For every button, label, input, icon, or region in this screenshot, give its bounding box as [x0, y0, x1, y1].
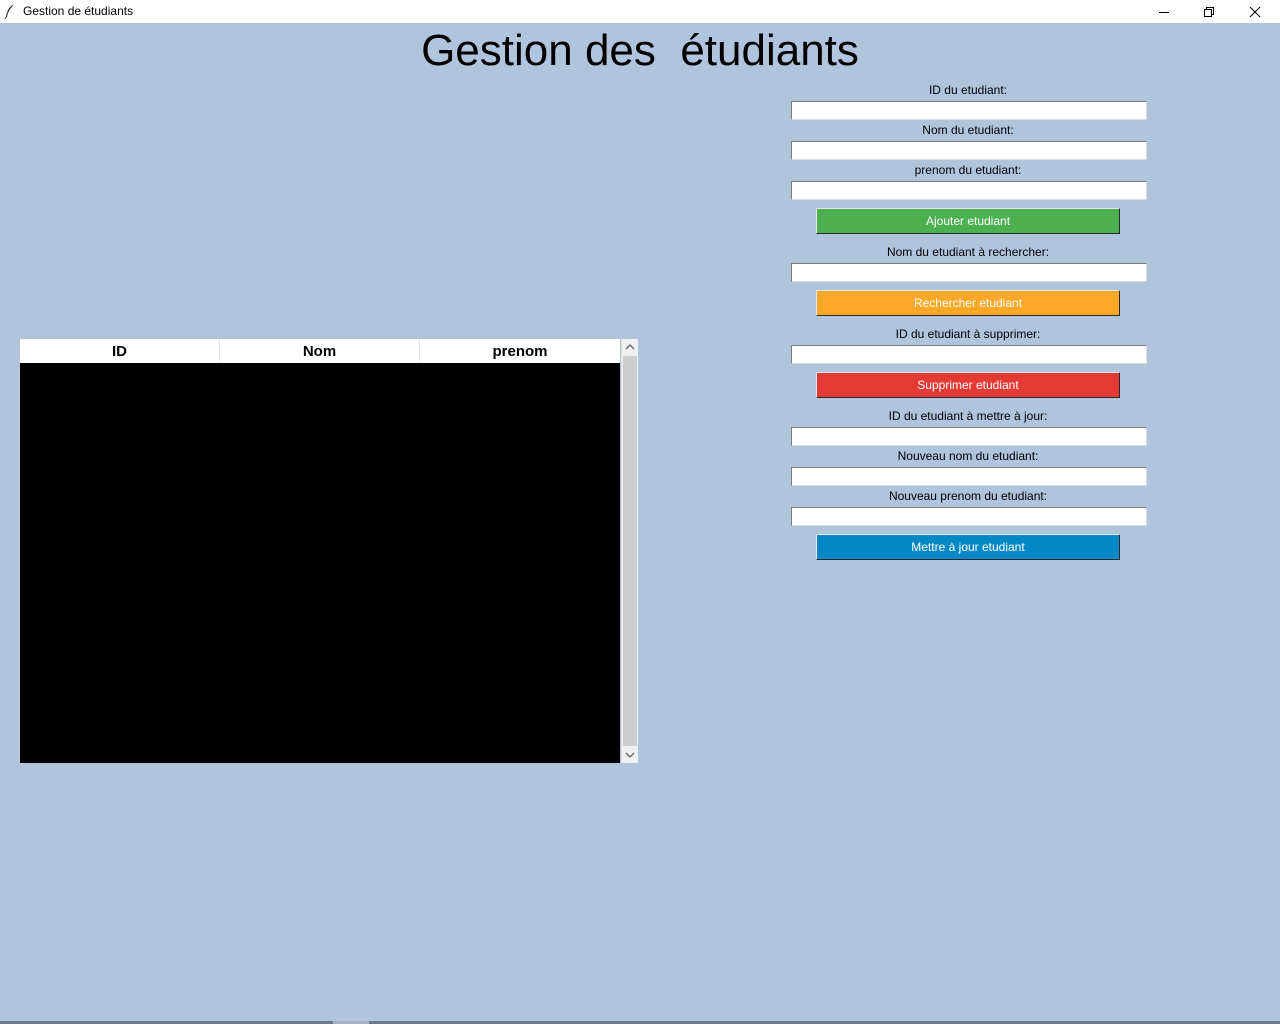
nom-label: Nom du etudiant:: [922, 123, 1014, 137]
vertical-scrollbar[interactable]: [621, 339, 638, 763]
feather-icon: [4, 3, 16, 20]
id-label: ID du etudiant:: [928, 83, 1008, 97]
search-input[interactable]: [791, 263, 1147, 282]
chevron-down-icon: [625, 752, 635, 758]
app-window: Gestion de étudiants Gestion des étudian…: [0, 0, 1280, 1024]
students-table[interactable]: ID Nom prenom: [20, 339, 638, 763]
column-header-prenom[interactable]: prenom: [420, 339, 620, 363]
title-bar: Gestion de étudiants: [0, 0, 1280, 23]
scrollbar-thumb[interactable]: [623, 356, 637, 746]
column-header-nom[interactable]: Nom: [220, 339, 420, 363]
column-header-id[interactable]: ID: [20, 339, 220, 363]
delete-student-button[interactable]: Supprimer etudiant: [816, 372, 1120, 398]
minimize-icon: [1159, 11, 1169, 13]
search-student-button[interactable]: Rechercher etudiant: [816, 290, 1120, 316]
restore-button[interactable]: [1186, 0, 1232, 23]
scroll-up-button[interactable]: [622, 339, 638, 355]
update-prenom-label: Nouveau prenom du etudiant:: [888, 489, 1048, 503]
add-student-button[interactable]: Ajouter etudiant: [816, 208, 1120, 234]
prenom-input[interactable]: [791, 181, 1147, 200]
restore-icon: [1204, 6, 1214, 17]
scroll-down-button[interactable]: [622, 747, 638, 763]
update-student-button[interactable]: Mettre à jour etudiant: [816, 534, 1120, 560]
update-prenom-input[interactable]: [791, 507, 1147, 526]
update-nom-label: Nouveau nom du etudiant:: [897, 449, 1039, 463]
search-label: Nom du etudiant à rechercher:: [886, 245, 1050, 259]
delete-label: ID du etudiant à supprimer:: [895, 327, 1041, 341]
close-icon: [1249, 6, 1261, 17]
prenom-label: prenom du etudiant:: [914, 163, 1022, 177]
delete-id-input[interactable]: [791, 345, 1147, 364]
id-input[interactable]: [791, 101, 1147, 120]
close-button[interactable]: [1232, 0, 1278, 23]
update-id-input[interactable]: [791, 427, 1147, 446]
table-body[interactable]: [20, 363, 620, 763]
table-header: ID Nom prenom: [20, 339, 620, 363]
chevron-up-icon: [625, 344, 635, 350]
minimize-button[interactable]: [1141, 0, 1187, 23]
update-id-label: ID du etudiant à mettre à jour:: [888, 409, 1048, 423]
nom-input[interactable]: [791, 141, 1147, 160]
page-title: Gestion des étudiants: [421, 26, 859, 75]
update-nom-input[interactable]: [791, 467, 1147, 486]
window-title: Gestion de étudiants: [23, 4, 134, 18]
